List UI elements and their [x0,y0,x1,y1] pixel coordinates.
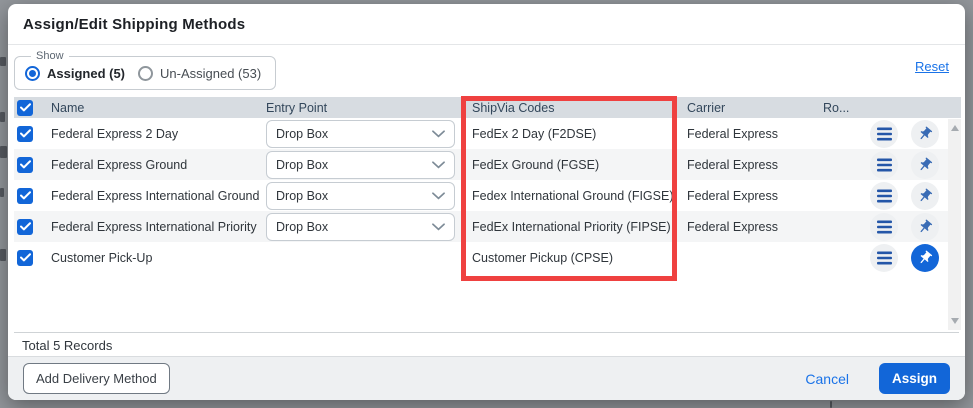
hamburger-menu-icon [877,251,892,265]
radio-unassigned[interactable] [138,66,153,81]
chevron-down-icon [432,192,445,200]
pushpin-icon [917,188,933,204]
check-icon [20,129,31,138]
dialog-title: Assign/Edit Shipping Methods [23,16,245,33]
pushpin-icon [917,219,933,235]
shipping-methods-table: Name Entry Point ShipVia Codes Carrier R… [14,97,961,332]
row-pin-button[interactable] [911,151,939,179]
assign-edit-shipping-methods-dialog: Assign/Edit Shipping Methods Show Assign… [8,4,965,400]
add-delivery-method-button[interactable]: Add Delivery Method [23,363,170,394]
assign-button[interactable]: Assign [879,363,950,394]
carrier-name: Federal Express [683,127,823,141]
dialog-footer: Add Delivery Method Cancel Assign [8,356,965,400]
pushpin-icon [917,250,933,266]
chevron-down-icon [432,130,445,138]
row-menu-button[interactable] [870,213,898,241]
table-row: Federal Express 2 Day Drop Box FedEx 2 D… [14,118,948,149]
carrier-name: Federal Express [683,158,823,172]
entry-point-value: Drop Box [276,158,328,172]
row-menu-button[interactable] [870,120,898,148]
chevron-down-icon [432,223,445,231]
check-icon [20,160,31,169]
table-row: Customer Pick-Up Customer Pickup (CPSE) [14,242,948,273]
row-pin-button-active[interactable] [911,244,939,272]
check-icon [20,191,31,200]
radio-unassigned-label[interactable]: Un-Assigned (53) [160,66,261,81]
backdrop-fragment [0,188,4,197]
hamburger-menu-icon [877,158,892,172]
entry-point-select[interactable]: Drop Box [266,182,455,210]
table-scrollbar[interactable] [948,119,961,330]
method-name: Customer Pick-Up [51,251,266,265]
check-icon [20,103,31,112]
entry-point-value: Drop Box [276,189,328,203]
entry-point-select[interactable]: Drop Box [266,120,455,148]
row-menu-button[interactable] [870,151,898,179]
entry-point-select[interactable]: Drop Box [266,151,455,179]
row-pin-button[interactable] [911,182,939,210]
pushpin-icon [917,157,933,173]
row-menu-button[interactable] [870,182,898,210]
backdrop-fragment [0,112,5,122]
column-header-entry-point: Entry Point [266,101,468,115]
radio-assigned-label[interactable]: Assigned (5) [47,66,125,81]
select-all-checkbox[interactable] [17,100,33,116]
method-name: Federal Express Ground [51,158,266,172]
reset-link[interactable]: Reset [915,59,949,74]
table-row: Federal Express Ground Drop Box FedEx Gr… [14,149,948,180]
column-header-carrier: Carrier [683,101,823,115]
row-pin-button[interactable] [911,213,939,241]
cancel-button[interactable]: Cancel [805,371,849,387]
row-checkbox[interactable] [17,188,33,204]
column-header-ro-truncated: Ro... [823,101,961,115]
radio-selected-dot-icon [29,70,36,77]
dialog-header: Assign/Edit Shipping Methods [8,4,965,45]
shipvia-code: FedEx 2 Day (F2DSE) [468,127,683,141]
entry-point-value: Drop Box [276,220,328,234]
scroll-down-icon[interactable] [951,318,959,328]
backdrop-fragment [0,57,6,66]
backdrop-fragment [0,146,7,158]
hamburger-menu-icon [877,189,892,203]
show-filter-legend: Show [31,50,69,62]
check-icon [20,222,31,231]
row-checkbox[interactable] [17,157,33,173]
table-row: Federal Express International Ground Dro… [14,180,948,211]
row-pin-button[interactable] [911,120,939,148]
show-filter-group: Show Assigned (5) Un-Assigned (53) [14,50,276,90]
method-name: Federal Express International Priority [51,220,266,234]
total-records-label: Total 5 Records [22,338,112,353]
hamburger-menu-icon [877,220,892,234]
table-header-row: Name Entry Point ShipVia Codes Carrier R… [14,97,961,118]
carrier-name: Federal Express [683,220,823,234]
row-menu-button[interactable] [870,244,898,272]
radio-assigned[interactable] [25,66,40,81]
total-records: Total 5 Records [14,332,959,358]
pushpin-icon [917,126,933,142]
entry-point-value: Drop Box [276,127,328,141]
shipvia-code: Customer Pickup (CPSE) [468,251,683,265]
check-icon [20,253,31,262]
entry-point-select[interactable]: Drop Box [266,213,455,241]
chevron-down-icon [432,161,445,169]
hamburger-menu-icon [877,127,892,141]
row-checkbox[interactable] [17,126,33,142]
shipvia-code: FedEx Ground (FGSE) [468,158,683,172]
backdrop-fragment [0,249,6,261]
method-name: Federal Express International Ground [51,189,266,203]
row-checkbox[interactable] [17,250,33,266]
shipvia-code: FedEx International Priority (FIPSE) [468,220,683,234]
scroll-up-icon[interactable] [951,121,959,131]
column-header-name: Name [51,101,266,115]
backdrop-fragment [830,401,832,408]
method-name: Federal Express 2 Day [51,127,266,141]
carrier-name: Federal Express [683,189,823,203]
table-row: Federal Express International Priority D… [14,211,948,242]
row-checkbox[interactable] [17,219,33,235]
shipvia-code: Fedex International Ground (FIGSE) [468,189,683,203]
column-header-shipvia-codes: ShipVia Codes [468,101,683,115]
